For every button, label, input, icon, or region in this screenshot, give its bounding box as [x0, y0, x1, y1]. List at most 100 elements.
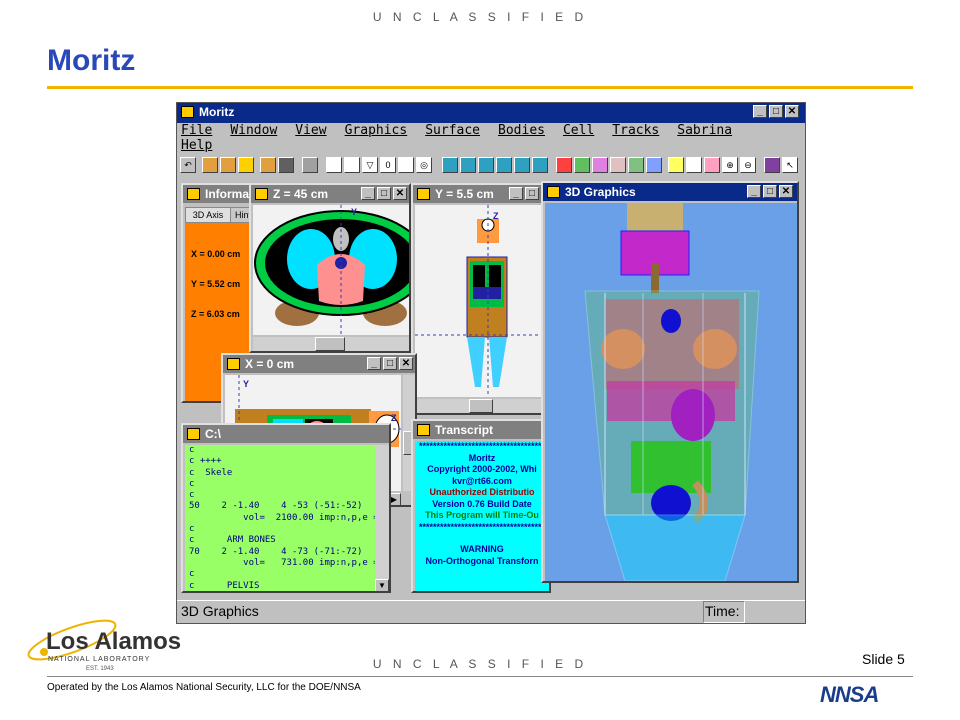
transcript-line: Non-Orthogonal Transforn — [425, 555, 539, 566]
target-icon[interactable]: ◎ — [416, 157, 432, 173]
z-view-minimize-button[interactable]: _ — [361, 187, 375, 200]
mcnp-icon[interactable] — [202, 157, 218, 173]
print-icon[interactable] — [302, 157, 318, 173]
input-line: c — [189, 490, 195, 501]
menu-cell[interactable]: Cell — [563, 123, 594, 138]
menu-view[interactable]: View — [295, 123, 326, 138]
menu-sabrina[interactable]: Sabrina — [677, 123, 732, 138]
info-window-title: Informa... — [205, 187, 251, 201]
tubes-icon[interactable] — [610, 157, 626, 173]
erase-icon[interactable] — [398, 157, 414, 173]
menu-bodies[interactable]: Bodies — [498, 123, 545, 138]
app-icon — [181, 106, 194, 118]
transcript-titlebar: Transcript — [413, 421, 549, 439]
y-coordinate: Y = 5.52 cm — [191, 279, 241, 289]
app-title: Moritz — [199, 105, 235, 119]
layers-icon[interactable] — [574, 157, 590, 173]
graphics-3d-canvas[interactable] — [545, 203, 797, 581]
magnifier-plus-icon[interactable]: ⊕ — [722, 157, 738, 173]
save-icon[interactable] — [278, 157, 294, 173]
menu-graphics[interactable]: Graphics — [345, 123, 408, 138]
zoom-fit-icon[interactable] — [442, 157, 458, 173]
mcnp-input-icon[interactable] — [260, 157, 276, 173]
rotate-icon[interactable] — [514, 157, 530, 173]
tab-3d-axis[interactable]: 3D Axis — [185, 207, 231, 223]
input-line: c PELVIS — [189, 580, 260, 591]
graphics-close-button[interactable]: ✕ — [779, 185, 793, 198]
input-line: c ++++ — [189, 456, 222, 467]
maximize-button[interactable]: □ — [769, 105, 783, 118]
pan-icon[interactable] — [496, 157, 512, 173]
menu-surface[interactable]: Surface — [425, 123, 480, 138]
input-line: c — [189, 524, 195, 535]
x-view-close-button[interactable]: ✕ — [399, 357, 413, 370]
graphics-3d-title: 3D Graphics — [565, 185, 636, 199]
classification-bottom: U N C L A S S I F I E D — [372, 657, 588, 671]
y-view-canvas[interactable]: Z — [415, 205, 541, 397]
z-view-hscroll[interactable] — [253, 337, 409, 351]
footer-rule — [47, 676, 913, 677]
input-scroll-down-icon[interactable]: ▼ — [375, 579, 389, 591]
status-bar: 3D Graphics Time: — [177, 600, 805, 623]
open-folder-icon[interactable] — [238, 157, 254, 173]
classification-top: U N C L A S S I F I E D — [372, 10, 588, 24]
window-icon[interactable] — [686, 157, 702, 173]
book-icon[interactable] — [764, 157, 780, 173]
flip-icon[interactable] — [532, 157, 548, 173]
graphics-maximize-button[interactable]: □ — [763, 185, 777, 198]
input-file-vscroll[interactable]: ▼ — [375, 445, 389, 591]
z-coordinate: Z = 6.03 cm — [191, 309, 240, 319]
pointer-icon[interactable]: ↖ — [782, 157, 798, 173]
z-view-close-button[interactable]: ✕ — [393, 187, 407, 200]
zoom-in-icon[interactable] — [460, 157, 476, 173]
minimize-button[interactable]: _ — [753, 105, 767, 118]
transcript-text[interactable]: ************************************ Mor… — [415, 441, 549, 591]
info-window-icon — [187, 188, 200, 200]
grid-icon[interactable] — [646, 157, 662, 173]
select-icon[interactable] — [704, 157, 720, 173]
undo-icon[interactable]: ↶ — [180, 157, 196, 173]
z-view-icon — [255, 188, 268, 200]
close-button[interactable]: ✕ — [785, 105, 799, 118]
x-view-title: X = 0 cm — [245, 357, 295, 371]
sab-icon[interactable] — [220, 157, 236, 173]
transcript-line: Copyright 2000-2002, Whi — [427, 464, 537, 474]
bar-chart-icon[interactable] — [628, 157, 644, 173]
magnifier-minus-icon[interactable]: ⊖ — [740, 157, 756, 173]
y-view-minimize-button[interactable]: _ — [509, 187, 523, 200]
y-view-maximize-button[interactable]: □ — [525, 187, 539, 200]
x-view-maximize-button[interactable]: □ — [383, 357, 397, 370]
menu-window[interactable]: Window — [230, 123, 277, 138]
z-view-maximize-button[interactable]: □ — [377, 187, 391, 200]
zoom-out-icon[interactable] — [478, 157, 494, 173]
input-line: c — [189, 445, 195, 455]
input-file-icon — [187, 428, 200, 440]
toolbar: ↶ ▽ 0 ◎ ⊕ ⊖ ↖ — [180, 157, 802, 179]
z-view-window: Z = 45 cm _ □ ✕ Y — [249, 183, 411, 353]
transcript-title: Transcript — [435, 423, 494, 437]
transcript-line: ************************************ — [418, 521, 546, 532]
z-view-hscroll-thumb[interactable] — [315, 337, 345, 351]
box-icon[interactable] — [326, 157, 342, 173]
input-file-text[interactable]: cc ++++ c Skele c c 50 2 -1.40 4 -53 (-51:-5… — [185, 445, 375, 591]
z-view-canvas[interactable]: Y — [253, 205, 409, 335]
x-view-minimize-button[interactable]: _ — [367, 357, 381, 370]
transcript-line: kvr@rt66.com — [452, 475, 512, 486]
cylinder-icon[interactable]: 0 — [380, 157, 396, 173]
x-view-axis-label-y: Y — [243, 379, 250, 389]
transcript-line: Unauthorized Distributio — [429, 487, 535, 497]
pencil-icon[interactable] — [344, 157, 360, 173]
y-view-hscroll[interactable] — [415, 399, 541, 413]
menu-file[interactable]: File — [181, 123, 212, 138]
triangle-icon[interactable]: ▽ — [362, 157, 378, 173]
transcript-window: Transcript *****************************… — [411, 419, 551, 593]
frame-icon[interactable] — [668, 157, 684, 173]
cube-icon[interactable] — [556, 157, 572, 173]
menu-tracks[interactable]: Tracks — [612, 123, 659, 138]
flask-icon[interactable] — [592, 157, 608, 173]
y-view-hscroll-thumb[interactable] — [469, 399, 493, 413]
menu-help[interactable]: Help — [181, 138, 212, 153]
graphics-minimize-button[interactable]: _ — [747, 185, 761, 198]
z-slice-drawing — [254, 205, 409, 335]
slide-title: Moritz — [47, 44, 136, 77]
